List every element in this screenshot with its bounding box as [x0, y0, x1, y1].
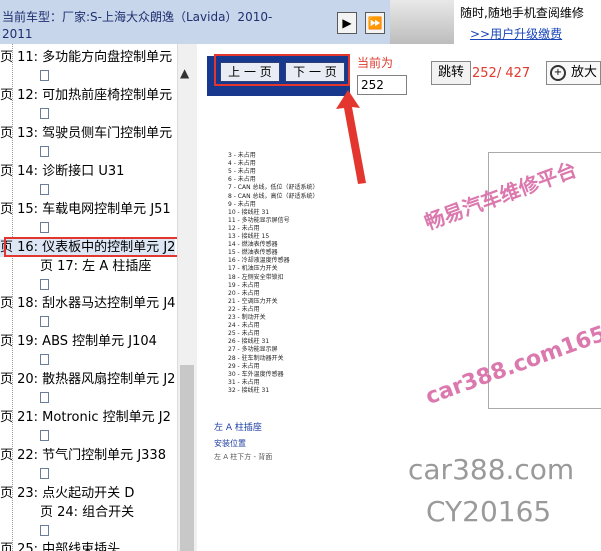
caption-subtitle: 安装位置	[214, 439, 246, 448]
pin-entry: 23 - 制动开关	[228, 314, 266, 321]
play-button[interactable]: ▶	[337, 12, 357, 34]
caption-title: 左 A 柱插座	[214, 423, 262, 433]
scrollbar-thumb[interactable]	[180, 365, 194, 551]
tree-item[interactable]: 页 15: 车载电网控制单元 J51	[0, 201, 171, 219]
pin-entry: 29 - 未占用	[228, 362, 260, 370]
upgrade-link[interactable]: >>用户升级缴费	[470, 25, 562, 42]
pin-entry: 14 - 燃油表传感器	[228, 241, 278, 249]
tree-item[interactable]: 页 18: 刮水器马达控制单元 J4	[0, 295, 175, 313]
pin-entry: 22 - 未占用	[228, 305, 260, 313]
pin-entry: 15 - 燃油表传感器	[228, 249, 278, 257]
tree-item[interactable]: 页 25: 中部线束插头	[0, 541, 120, 551]
pin-entry: 25 - 未占用	[228, 330, 260, 338]
pin-entry: 5 - 未占用	[228, 168, 256, 176]
pin-entry: 6 - 未占用	[228, 176, 256, 184]
ad-banner[interactable]: 随时,随地手机查阅维修 >>用户升级缴费	[390, 0, 601, 44]
tree-item[interactable]: 页 22: 节气门控制单元 J338	[0, 447, 166, 465]
page-count: 252/ 427	[472, 66, 531, 81]
caption-note: 左 A 柱下方 - 背面	[214, 453, 273, 461]
tree-item[interactable]: 页 13: 驾驶员侧车门控制单元	[0, 125, 172, 143]
pin-entry: 27 - 多功能显示屏	[228, 346, 278, 354]
pin-entry: 26 - 接线柱 31	[228, 338, 270, 346]
model-line1: 当前车型：厂家:S-上海大众朗逸（Lavida）2010-	[2, 10, 273, 24]
ad-line2: 随时,随地手机查阅维修	[460, 6, 584, 20]
document-icon	[40, 430, 49, 441]
top-bar: 当前车型：厂家:S-上海大众朗逸（Lavida）2010- 2011 ▶ ⏩ 随…	[0, 0, 601, 44]
current-model: 当前车型：厂家:S-上海大众朗逸（Lavida）2010- 2011	[2, 9, 332, 43]
document-icon	[40, 279, 49, 290]
pin-entry: 21 - 空调压力开关	[228, 297, 278, 305]
goto-button[interactable]: 跳转	[431, 61, 471, 85]
fast-forward-button[interactable]: ⏩	[365, 12, 385, 34]
tree-item[interactable]: 页 11: 多功能方向盘控制单元	[0, 49, 172, 67]
document-icon	[40, 222, 49, 233]
pin-entry: 17 - 机油压力开关	[228, 265, 278, 273]
scroll-up-icon[interactable]: ▲	[180, 66, 189, 80]
pin-entry: 24 - 未占用	[228, 322, 260, 330]
prev-page-button[interactable]: 上 一 页	[220, 62, 280, 82]
pin-entry: 3 - 未占用	[228, 152, 256, 159]
next-page-button[interactable]: 下 一 页	[285, 62, 345, 82]
document-icon	[40, 108, 49, 119]
pin-entry: 32 - 接线柱 31	[228, 386, 270, 394]
document-icon	[40, 525, 49, 536]
tree-item-child[interactable]: 页 17: 左 A 柱插座	[40, 258, 151, 276]
tree-item[interactable]: 页 12: 可加热前座椅控制单元	[0, 87, 172, 105]
pin-entry: 19 - 未占用	[228, 281, 260, 289]
document-icon	[40, 392, 49, 403]
tree-item[interactable]: 页 20: 散热器风扇控制单元 J2	[0, 371, 175, 389]
tree-item[interactable]: 页 19: ABS 控制单元 J104	[0, 333, 157, 351]
page-tree: 页 11: 多功能方向盘控制单元 页 12: 可加热前座椅控制单元 页 13: …	[0, 44, 197, 551]
pin-entry: 28 - 驻车制动器开关	[228, 354, 284, 362]
pin-entry: 30 - 车外温度传感器	[228, 370, 284, 378]
document-icon	[40, 70, 49, 81]
ad-picture	[390, 0, 454, 44]
tree-item[interactable]: 页 23: 点火起动开关 D	[0, 485, 134, 503]
zoom-icon: +	[550, 65, 566, 81]
tree-item[interactable]: 页 21: Motronic 控制单元 J2	[0, 409, 171, 427]
pin-entry: 16 - 冷却液温度传感器	[228, 257, 290, 265]
pin-entry: 9 - 未占用	[228, 200, 256, 208]
pin-entry: 18 - 左侧安全带锁扣	[228, 273, 284, 281]
pin-entry: 13 - 接线柱 15	[228, 233, 270, 240]
pin-entry: 31 - 未占用	[228, 378, 260, 386]
watermark-site: car388.com	[408, 453, 575, 486]
model-line2: 2011	[2, 27, 33, 41]
pin-entry: 7 - CAN 总线，低位（舒适系统）	[228, 184, 319, 192]
document-icon	[40, 316, 49, 327]
red-arrow-icon	[336, 90, 366, 184]
current-page-label: 当前为	[357, 56, 394, 70]
pin-entry: 10 - 接线柱 31	[228, 208, 270, 216]
document-icon	[40, 146, 49, 157]
pin-entry: 12 - 未占用	[228, 224, 260, 232]
document-icon	[40, 468, 49, 479]
pin-entry: 11 - 多功能显示屏信号	[228, 216, 290, 224]
document-icon	[40, 184, 49, 195]
document-icon	[40, 354, 49, 365]
selected-highlight	[4, 237, 180, 257]
pin-entry: 20 - 未占用	[228, 289, 260, 297]
pin-entry: 4 - 未占用	[228, 160, 256, 168]
tree-item-child[interactable]: 页 24: 组合开关	[40, 504, 134, 522]
pin-entry: 8 - CAN 总线，高位（舒适系统）	[228, 192, 319, 200]
watermark-code: CY20165	[426, 495, 552, 528]
tree-item[interactable]: 页 14: 诊断接口 U31	[0, 163, 124, 181]
